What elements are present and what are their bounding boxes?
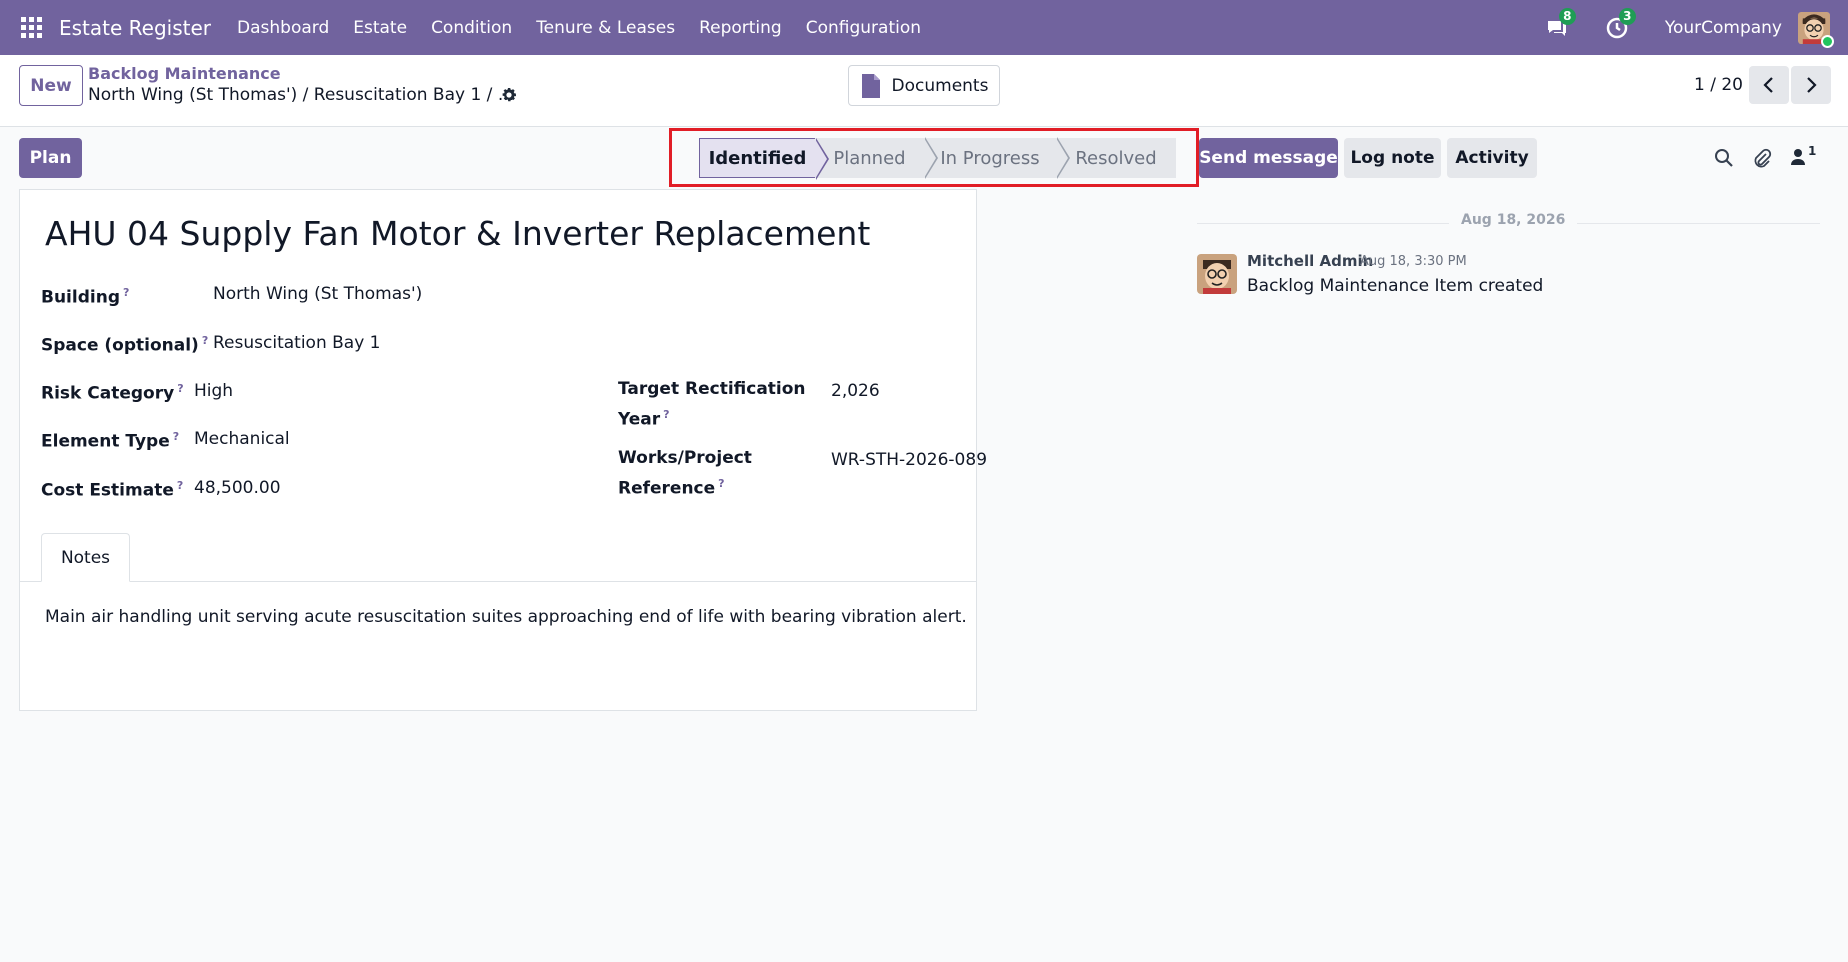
breadcrumb-parent[interactable]: Backlog Maintenance [88, 64, 281, 83]
send-message-button[interactable]: Send message [1199, 138, 1338, 178]
activity-button[interactable]: Activity [1447, 138, 1537, 178]
tab-notes[interactable]: Notes [41, 533, 130, 582]
user-avatar[interactable] [1798, 11, 1834, 48]
help-icon[interactable]: ? [718, 477, 724, 490]
documents-label: Documents [891, 75, 989, 96]
date-separator: Aug 18, 2026 [1449, 212, 1578, 228]
form-sheet: AHU 04 Supply Fan Motor & Inverter Repla… [19, 189, 987, 711]
top-navbar: Estate Register Dashboard Estate Conditi… [0, 0, 1848, 55]
help-icon[interactable]: ? [202, 334, 208, 347]
help-icon[interactable]: ? [177, 382, 183, 395]
pager-value[interactable]: 1 / 20 [1694, 75, 1743, 95]
messages-icon[interactable]: 8 [1545, 7, 1576, 40]
message-body: Backlog Maintenance Item created [1247, 276, 1544, 296]
new-button[interactable]: New [19, 65, 83, 106]
main-menu: Dashboard Estate Condition Tenure & Leas… [225, 18, 933, 38]
target-year-label: Target Rectification Year? [618, 379, 806, 430]
followers-count: 1 [1808, 144, 1817, 158]
target-year-field[interactable]: 2,026 [831, 381, 880, 401]
chevron-right-icon [1807, 77, 1817, 93]
help-icon[interactable]: ? [177, 479, 183, 492]
message-avatar[interactable] [1197, 254, 1237, 294]
stage-identified[interactable]: Identified [699, 138, 829, 180]
message-date: Aug 18, 3:30 PM [1360, 254, 1467, 269]
statusbar: Plan Identified Planned In Progress Reso… [0, 127, 1848, 189]
stage-label: Planned [833, 147, 906, 169]
message-author[interactable]: Mitchell Admin [1247, 252, 1373, 270]
help-icon[interactable]: ? [123, 286, 129, 299]
company-switcher[interactable]: YourCompany [1665, 18, 1782, 38]
stage-pipeline: Identified Planned In Progress Resolved [699, 137, 1176, 180]
notes-field[interactable]: Main air handling unit serving acute res… [45, 607, 967, 627]
online-status-icon [1821, 34, 1834, 48]
app-name[interactable]: Estate Register [59, 16, 211, 40]
works-reference-label: Works/Project Reference? [618, 448, 752, 499]
documents-button[interactable]: Documents [848, 65, 1000, 106]
help-icon[interactable]: ? [173, 430, 179, 443]
app-grid-icon[interactable] [21, 16, 43, 39]
element-type-field[interactable]: Mechanical [194, 429, 290, 449]
menu-tenure-leases[interactable]: Tenure & Leases [524, 18, 687, 38]
chevron-left-icon [1763, 77, 1773, 93]
pager-previous-button[interactable] [1749, 66, 1789, 104]
stage-label: Resolved [1075, 147, 1157, 169]
element-type-label: Element Type? [41, 430, 180, 452]
menu-estate[interactable]: Estate [341, 18, 419, 38]
cost-estimate-label: Cost Estimate? [41, 479, 184, 501]
menu-condition[interactable]: Condition [419, 18, 524, 38]
stage-label: In Progress [940, 147, 1040, 169]
control-panel: New Backlog Maintenance North Wing (St T… [0, 55, 1848, 127]
building-label: Building? [41, 286, 130, 308]
record-title[interactable]: AHU 04 Supply Fan Motor & Inverter Repla… [45, 214, 870, 253]
stage-label: Identified [708, 147, 807, 169]
stage-in-progress[interactable]: In Progress [924, 137, 1070, 179]
followers-icon[interactable]: 1 [1790, 144, 1820, 168]
building-field[interactable]: North Wing (St Thomas') [213, 284, 422, 304]
tab-bar-divider [20, 581, 976, 582]
activities-badge: 3 [1618, 7, 1636, 25]
works-reference-field[interactable]: WR-STH-2026-089 [831, 450, 987, 470]
menu-configuration[interactable]: Configuration [794, 18, 933, 38]
risk-category-label: Risk Category? [41, 382, 184, 404]
cost-estimate-field[interactable]: 48,500.00 [194, 478, 281, 498]
pager-next-button[interactable] [1791, 66, 1831, 104]
space-field[interactable]: Resuscitation Bay 1 [213, 333, 380, 353]
breadcrumb-current: North Wing (St Thomas') / Resuscitation … [88, 85, 515, 105]
space-label: Space (optional)? [41, 334, 209, 356]
systray: 8 3 YourCompany [1545, 0, 1848, 55]
gear-icon[interactable] [500, 86, 518, 104]
messages-badge: 8 [1558, 7, 1576, 25]
search-icon[interactable] [1714, 148, 1734, 168]
menu-dashboard[interactable]: Dashboard [225, 18, 341, 38]
menu-reporting[interactable]: Reporting [687, 18, 794, 38]
activity-clock-icon[interactable]: 3 [1605, 7, 1636, 40]
stage-resolved[interactable]: Resolved [1056, 138, 1176, 178]
paperclip-icon[interactable] [1752, 148, 1772, 168]
help-icon[interactable]: ? [663, 408, 669, 421]
plan-button[interactable]: Plan [19, 138, 82, 178]
document-icon [861, 73, 880, 98]
risk-category-field[interactable]: High [194, 381, 233, 401]
stage-planned[interactable]: Planned [815, 137, 938, 179]
log-note-button[interactable]: Log note [1344, 138, 1441, 178]
